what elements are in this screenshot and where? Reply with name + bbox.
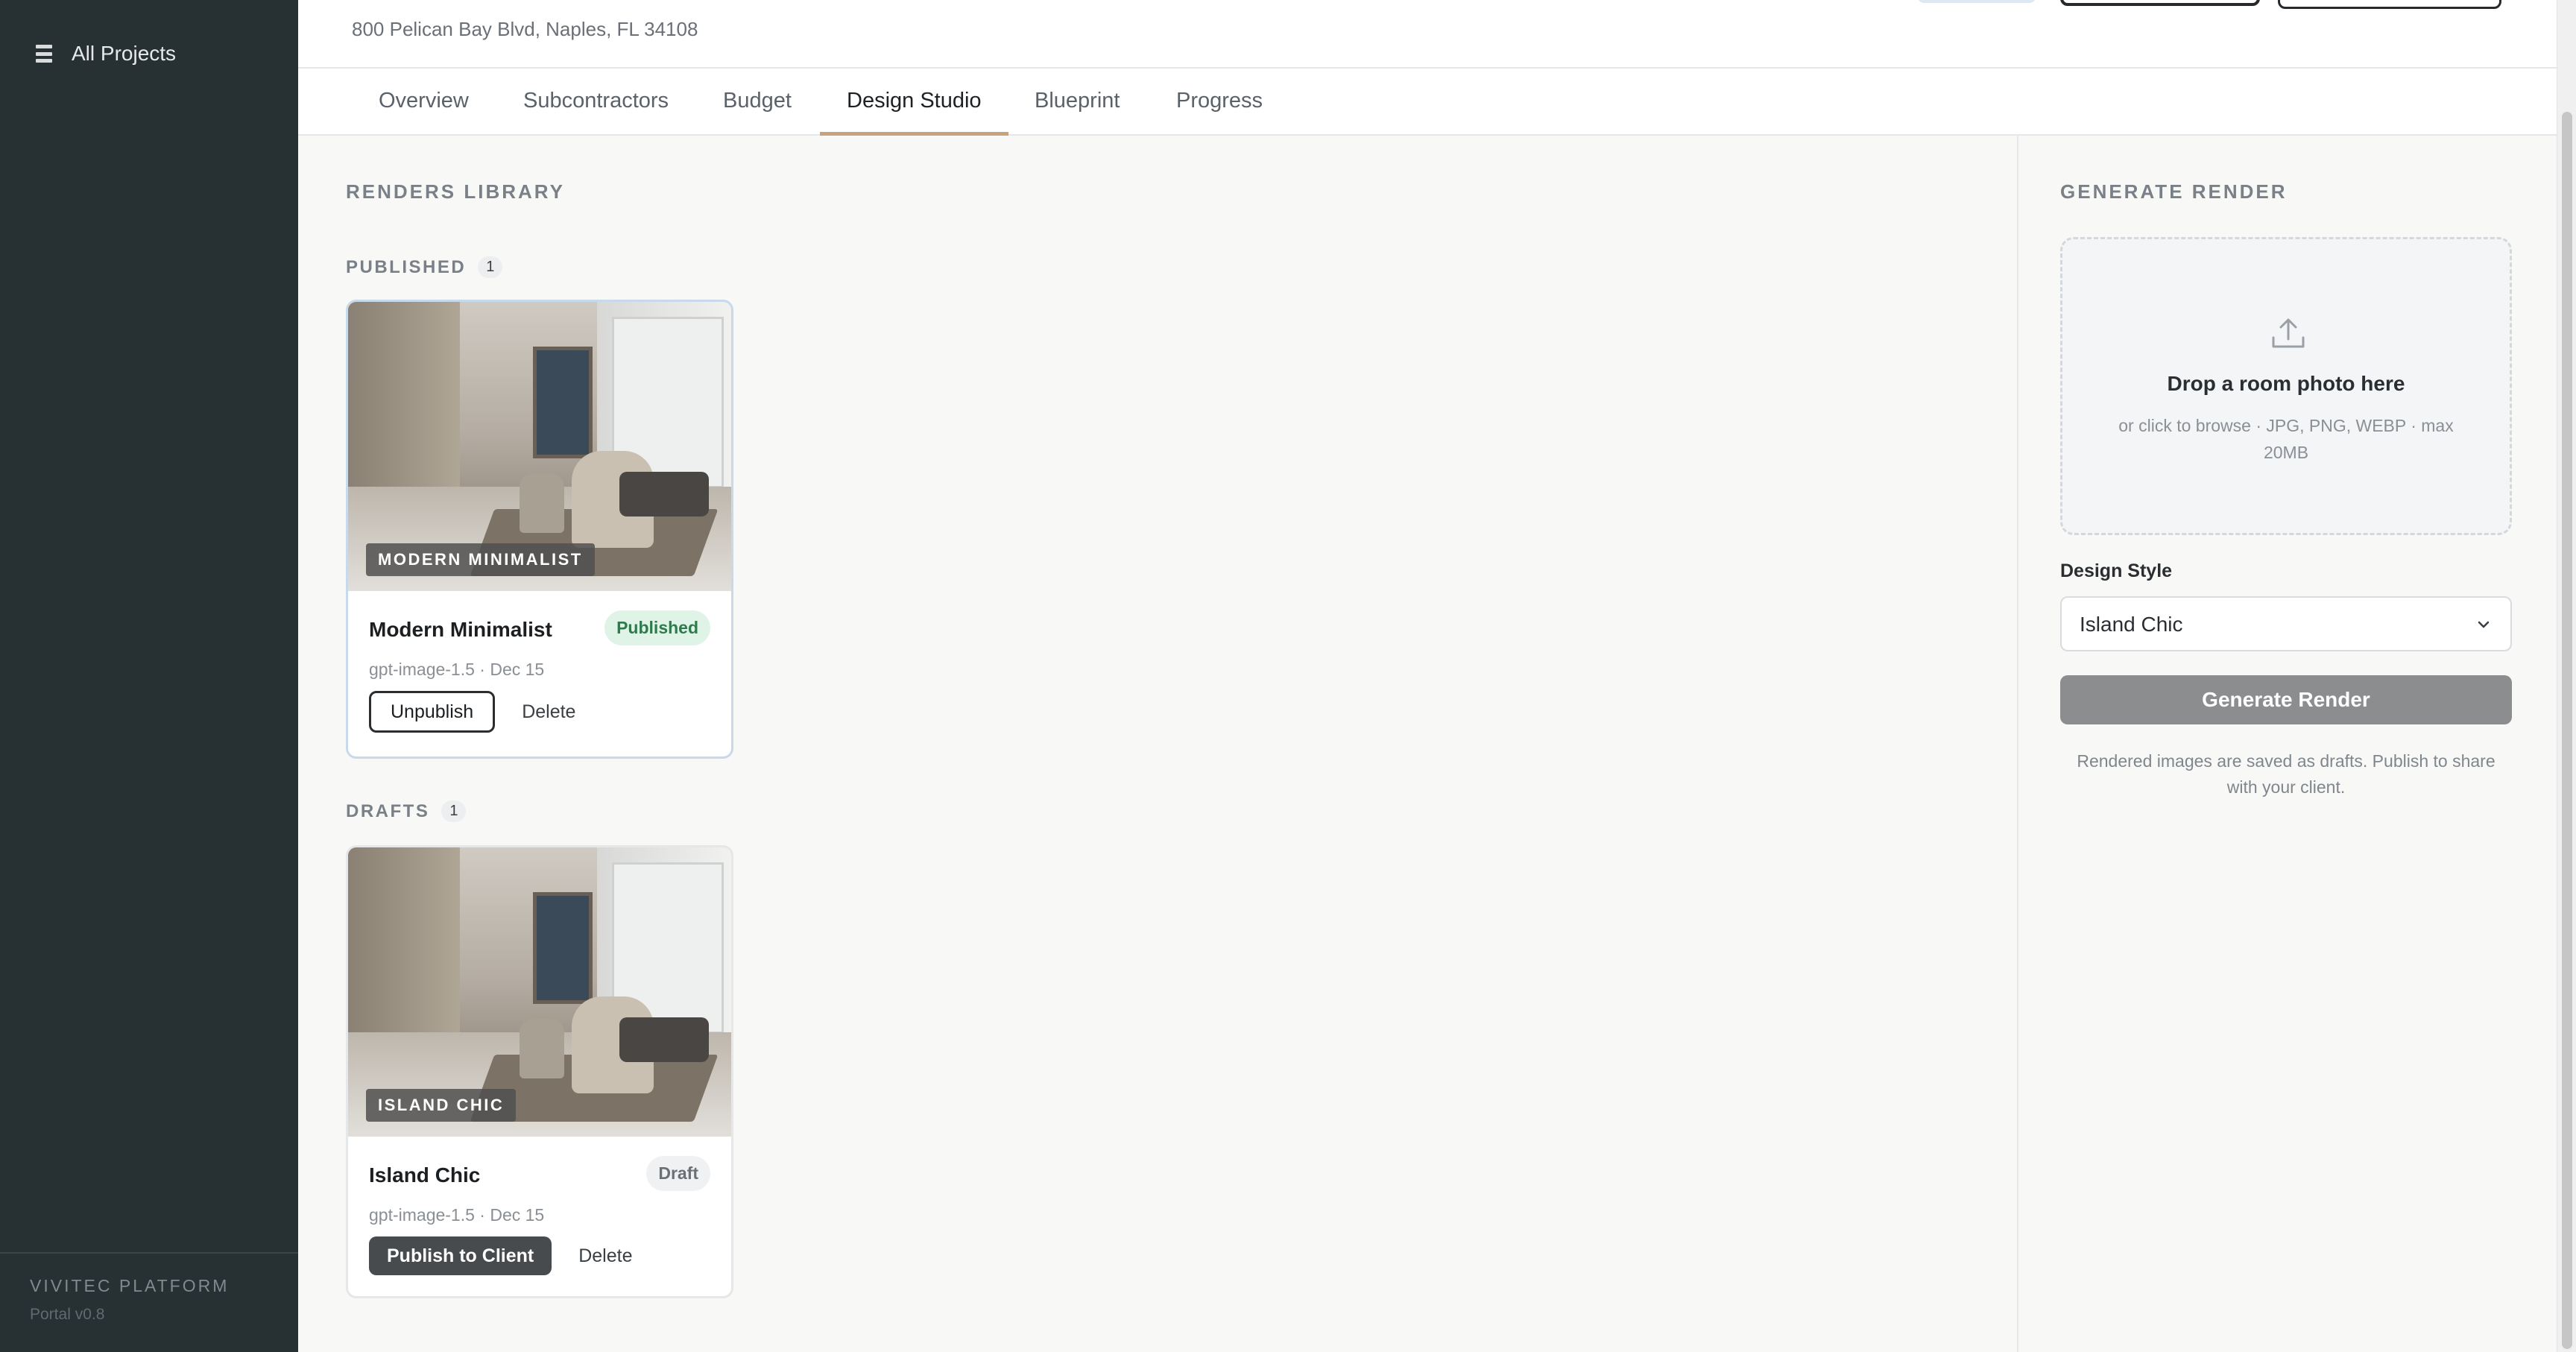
published-count-badge: 1 [478, 256, 503, 278]
render-style-tag: MODERN MINIMALIST [366, 543, 595, 576]
project-header: 800 Pelican Bay Blvd, Naples, FL 34108 [298, 0, 2557, 69]
tab-subcontractors[interactable]: Subcontractors [523, 69, 669, 136]
generate-note: Rendered images are saved as drafts. Pub… [2077, 751, 2496, 797]
render-thumbnail[interactable]: MODERN MINIMALIST [348, 302, 731, 591]
drafts-count-badge: 1 [441, 800, 467, 822]
generate-render-button[interactable]: Generate Render [2060, 675, 2512, 724]
all-projects-label: All Projects [72, 42, 177, 65]
publish-to-client-button[interactable]: Publish to Client [369, 1236, 552, 1275]
project-tabs: Overview Subcontractors Budget Design St… [298, 69, 2557, 136]
drafts-group-label: DRAFTS 1 [346, 800, 467, 822]
header-secondary-button[interactable] [2278, 0, 2501, 9]
render-meta: gpt-image-1.5 · Dec 15 [369, 660, 545, 679]
dropzone-title: Drop a room photo here [2167, 372, 2405, 395]
status-badge: Published [604, 610, 710, 645]
tab-overview[interactable]: Overview [379, 69, 469, 136]
main-content: 800 Pelican Bay Blvd, Naples, FL 34108 O… [298, 0, 2557, 1352]
unpublish-button[interactable]: Unpublish [369, 691, 496, 733]
chevron-down-icon [2478, 621, 2490, 628]
render-card-modern-minimalist[interactable]: MODERN MINIMALIST Modern Minimalist Publ… [346, 300, 733, 759]
published-label: PUBLISHED [346, 256, 467, 277]
sidebar-divider [0, 1252, 298, 1254]
tab-design-studio[interactable]: Design Studio [820, 69, 1008, 136]
tab-blueprint[interactable]: Blueprint [1035, 69, 1120, 136]
render-style-tag: ISLAND CHIC [366, 1089, 517, 1122]
header-primary-button[interactable] [2060, 0, 2260, 6]
render-thumbnail[interactable]: ISLAND CHIC [348, 847, 731, 1137]
tab-progress[interactable]: Progress [1176, 69, 1263, 136]
dropzone-hint: or click to browse · JPG, PNG, WEBP · ma… [2118, 416, 2454, 462]
platform-version: Portal v0.8 [30, 1306, 105, 1323]
render-title: Modern Minimalist [369, 618, 552, 641]
page-scrollbar[interactable] [2557, 0, 2576, 1352]
platform-brand: VIVITEC PLATFORM [30, 1276, 230, 1295]
generate-render-panel: GENERATE RENDER Drop a room photo here o… [2017, 136, 2557, 1352]
scrollbar-thumb[interactable] [2562, 112, 2572, 1349]
project-address: 800 Pelican Bay Blvd, Naples, FL 34108 [352, 18, 698, 40]
upload-icon [2272, 318, 2305, 348]
status-badge: Draft [646, 1156, 710, 1191]
drafts-label: DRAFTS [346, 800, 430, 821]
photo-dropzone[interactable]: Drop a room photo here or click to brows… [2060, 237, 2512, 535]
design-style-value: Island Chic [2080, 613, 2183, 636]
render-card-island-chic[interactable]: ISLAND CHIC Island Chic Draft gpt-image-… [346, 845, 733, 1298]
all-projects-link[interactable]: All Projects [36, 42, 176, 66]
menu-icon [36, 45, 52, 63]
delete-button[interactable]: Delete [522, 701, 575, 723]
delete-button[interactable]: Delete [578, 1245, 632, 1267]
design-style-label: Design Style [2060, 560, 2173, 581]
render-meta: gpt-image-1.5 · Dec 15 [369, 1205, 545, 1225]
render-title: Island Chic [369, 1163, 481, 1187]
generate-render-title: GENERATE RENDER [2060, 180, 2288, 203]
tab-budget[interactable]: Budget [723, 69, 792, 136]
published-group-label: PUBLISHED 1 [346, 256, 503, 278]
design-style-select[interactable]: Island Chic [2060, 596, 2512, 651]
renders-library-title: RENDERS LIBRARY [346, 180, 565, 203]
sidebar: All Projects VIVITEC PLATFORM Portal v0.… [0, 0, 298, 1352]
header-badge[interactable] [1917, 0, 2036, 3]
